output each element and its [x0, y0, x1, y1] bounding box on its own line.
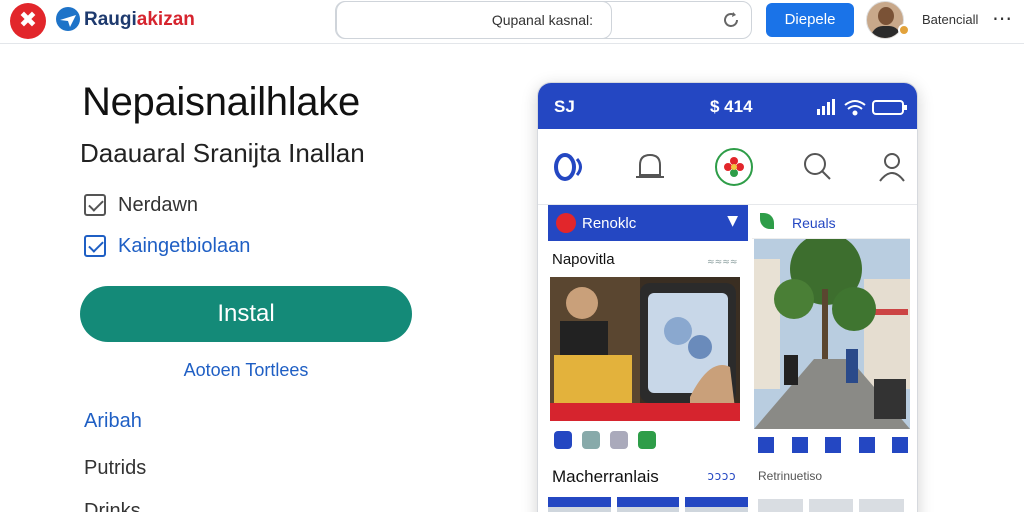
nav-link-2[interactable]: Putrids: [84, 457, 146, 480]
page-subtitle: Daauaral Sranijta Inallan: [80, 138, 365, 168]
more-icon[interactable]: ⋯: [992, 6, 1012, 30]
secondary-link[interactable]: Aotoen Tortlees: [80, 360, 412, 381]
status-balance: $ 414: [710, 97, 753, 116]
inbox-icon[interactable]: [892, 437, 908, 453]
comment-icon[interactable]: [582, 431, 600, 449]
home-icon[interactable]: [758, 437, 774, 453]
flower-icon[interactable]: [714, 147, 754, 187]
right-icon-row: [758, 437, 908, 457]
thumb-image[interactable]: [758, 499, 803, 512]
card-dots: ≈≈≈≈: [707, 255, 738, 268]
user-name[interactable]: Batenciall: [922, 12, 978, 27]
signal-icon: [817, 99, 835, 115]
right-card-header[interactable]: Reuals: [752, 205, 910, 239]
right-small-text: Retrinuetiso: [758, 469, 823, 483]
app-window: ✖ Raugiakizan Qupanal kasnal: Diepele Ba…: [0, 0, 1024, 512]
send-icon[interactable]: [825, 437, 841, 453]
checkbox-checked-icon[interactable]: [84, 235, 106, 257]
close-icon[interactable]: ✖: [10, 3, 46, 39]
page-title: Nepaisnailhlake: [82, 80, 360, 124]
avatar-body: [871, 26, 901, 38]
chevron-down-icon[interactable]: ▼: [727, 213, 738, 229]
option-checkbox-2[interactable]: Kaingetbiolaan: [84, 234, 250, 258]
status-carrier: SJ: [554, 97, 575, 116]
search-input[interactable]: Qupanal kasnal:: [336, 1, 612, 39]
badge-icon: [556, 213, 576, 233]
thumb-image[interactable]: [808, 499, 854, 512]
thumb-image[interactable]: [548, 497, 611, 512]
feed-card-left[interactable]: Renoklc ▼ Napovitla ≈≈≈≈ Macherranlais ɔ…: [548, 205, 749, 512]
feed-card-right[interactable]: Reuals Retrinuetiso: [752, 205, 910, 512]
right-card-label: Reuals: [792, 215, 836, 231]
thumb-image[interactable]: [859, 499, 905, 512]
top-bar: ✖ Raugiakizan Qupanal kasnal: Diepele Ba…: [0, 0, 1024, 44]
bookmark-icon[interactable]: [638, 431, 656, 449]
megaphone-icon[interactable]: [858, 437, 875, 453]
status-dot: [898, 24, 910, 36]
user-icon[interactable]: [872, 147, 912, 187]
avatar-head: [878, 7, 894, 25]
reaction-row: [554, 431, 656, 449]
card-header[interactable]: Renoklc ▼: [548, 205, 748, 241]
share-icon[interactable]: [554, 431, 572, 449]
address-bar[interactable]: Qupanal kasnal:: [335, 1, 752, 39]
card2-dots: ɔɔɔɔ: [707, 469, 736, 483]
right-thumb-row: [758, 499, 905, 512]
option-label: Kaingetbiolaan: [118, 234, 251, 257]
install-button[interactable]: Instal: [80, 286, 412, 342]
logo-icon: [56, 7, 80, 31]
news-image[interactable]: [550, 277, 740, 421]
leaf-icon: [760, 213, 774, 229]
phone-nav-bar: [538, 129, 917, 205]
nav-link-3[interactable]: Drinks: [84, 500, 141, 512]
battery-icon: [872, 100, 907, 115]
checkbox-checked-icon[interactable]: [84, 194, 106, 216]
like-icon[interactable]: [610, 431, 628, 449]
street-image[interactable]: [754, 239, 910, 429]
card-header-label: Renoklc: [582, 215, 637, 232]
option-label: Nerdawn: [118, 193, 199, 216]
primary-button[interactable]: Diepele: [766, 3, 854, 37]
phone-mockup: SJ $ 414 Renoklc ▼ Napovitla ≈≈≈≈ Macher…: [537, 82, 918, 512]
wifi-icon: [844, 100, 866, 116]
status-icons: [817, 99, 907, 116]
phone-status-bar: SJ $ 414: [538, 83, 917, 129]
brand-name[interactable]: Raugiakizan: [84, 9, 195, 31]
thumb-image[interactable]: [616, 497, 680, 512]
card-subtitle: Napovitla: [552, 251, 615, 268]
thumb-row: [548, 497, 749, 512]
option-checkbox-1[interactable]: Nerdawn: [84, 193, 198, 217]
bell-icon[interactable]: [630, 147, 670, 187]
home-icon[interactable]: [550, 147, 590, 187]
message-icon[interactable]: [791, 437, 808, 453]
reload-icon[interactable]: [721, 10, 741, 30]
search-icon[interactable]: [798, 147, 838, 187]
card2-title[interactable]: Macherranlais: [552, 467, 659, 487]
nav-link-1[interactable]: Aribah: [84, 410, 142, 433]
thumb-image[interactable]: [685, 497, 749, 512]
